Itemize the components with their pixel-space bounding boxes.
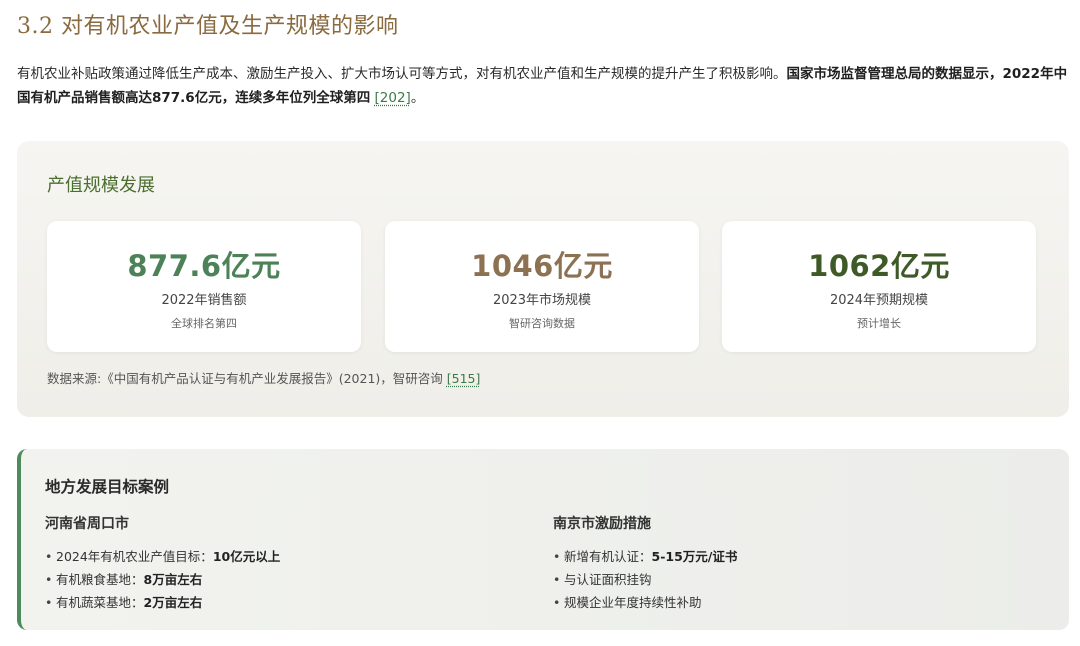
item-text: 规模企业年度持续性补助: [564, 595, 702, 610]
item-text: 有机粮食基地：: [56, 572, 144, 587]
citation-link-202[interactable]: [202]: [375, 90, 411, 106]
scale-panel: 产值规模发展 877.6亿元 2022年销售额 全球排名第四 1046亿元 20…: [17, 141, 1069, 417]
column-title: 南京市激励措施: [553, 516, 651, 532]
item-text: 2024年有机农业产值目标：: [56, 549, 213, 564]
citation-link-515[interactable]: [515]: [447, 371, 481, 386]
bullet-dot: •: [553, 549, 561, 564]
list-item: • 2024年有机农业产值目标：10亿元以上: [45, 545, 280, 568]
stat-sub: 智研咨询数据: [509, 317, 575, 330]
bullet-dot: •: [45, 549, 53, 564]
item-bold: 2万亩左右: [143, 595, 203, 610]
section-title: 3.2 对有机农业产值及生产规模的影响: [17, 14, 399, 39]
bullet-dot: •: [553, 572, 561, 587]
stat-sub: 全球排名第四: [171, 317, 237, 330]
list-item: • 新增有机认证：5-15万元/证书: [553, 545, 737, 568]
case-column-zhoukou: 河南省周口市 • 2024年有机农业产值目标：10亿元以上 • 有机粮食基地：8万亩…: [45, 513, 280, 614]
intro-text: 有机农业补贴政策通过降低生产成本、激励生产投入、扩大市场认可等方式，对有机农业产…: [17, 66, 787, 82]
stat-value: 1046亿元: [471, 249, 613, 283]
list-item: • 有机粮食基地：8万亩左右: [45, 568, 280, 591]
stat-label: 2024年预期规模: [829, 293, 929, 308]
stat-value: 1062亿元: [808, 249, 950, 283]
stat-sub: 预计增长: [857, 317, 901, 330]
stat-card-2024: 1062亿元 2024年预期规模 预计增长: [722, 221, 1036, 352]
case-title: 地方发展目标案例: [45, 478, 170, 496]
intro-paragraph: 有机农业补贴政策通过降低生产成本、激励生产投入、扩大市场认可等方式，对有机农业产…: [17, 62, 1069, 110]
list-item: • 有机蔬菜基地：2万亩左右: [45, 591, 280, 614]
intro-end-punct: 。: [410, 90, 425, 106]
column-title: 河南省周口市: [45, 516, 129, 532]
bullet-list: • 新增有机认证：5-15万元/证书 • 与认证面积挂钩 • 规模企业年度持续性补助: [553, 545, 737, 614]
bullet-dot: •: [553, 595, 561, 610]
stat-value: 877.6亿元: [127, 249, 281, 283]
page: 3.2 对有机农业产值及生产规模的影响 有机农业补贴政策通过降低生产成本、激励生…: [0, 0, 1080, 646]
case-column-nanjing: 南京市激励措施 • 新增有机认证：5-15万元/证书 • 与认证面积挂钩 • 规模企业…: [553, 513, 737, 614]
case-panel: 地方发展目标案例 河南省周口市 • 2024年有机农业产值目标：10亿元以上 • 有…: [17, 449, 1069, 630]
item-bold: 8万亩左右: [143, 572, 203, 587]
item-bold: 5-15万元/证书: [651, 549, 738, 564]
list-item: • 与认证面积挂钩: [553, 568, 737, 591]
list-item: • 规模企业年度持续性补助: [553, 591, 737, 614]
data-source: 数据来源:《中国有机产品认证与有机产业发展报告》(2021)，智研咨询 [515…: [47, 368, 480, 387]
bullet-list: • 2024年有机农业产值目标：10亿元以上 • 有机粮食基地：8万亩左右 • 有机蔬…: [45, 545, 280, 614]
stat-label: 2023年市场规模: [492, 293, 592, 308]
item-text: 新增有机认证：: [564, 549, 652, 564]
stat-card-2022: 877.6亿元 2022年销售额 全球排名第四: [47, 221, 361, 352]
bullet-dot: •: [45, 595, 53, 610]
source-text: 数据来源:《中国有机产品认证与有机产业发展报告》(2021)，智研咨询: [47, 371, 447, 386]
item-text: 与认证面积挂钩: [564, 572, 652, 587]
stat-label: 2022年销售额: [161, 293, 247, 308]
item-bold: 10亿元以上: [212, 549, 281, 564]
item-text: 有机蔬菜基地：: [56, 595, 144, 610]
bullet-dot: •: [45, 572, 53, 587]
stat-card-2023: 1046亿元 2023年市场规模 智研咨询数据: [385, 221, 699, 352]
panel-title: 产值规模发展: [47, 175, 155, 196]
